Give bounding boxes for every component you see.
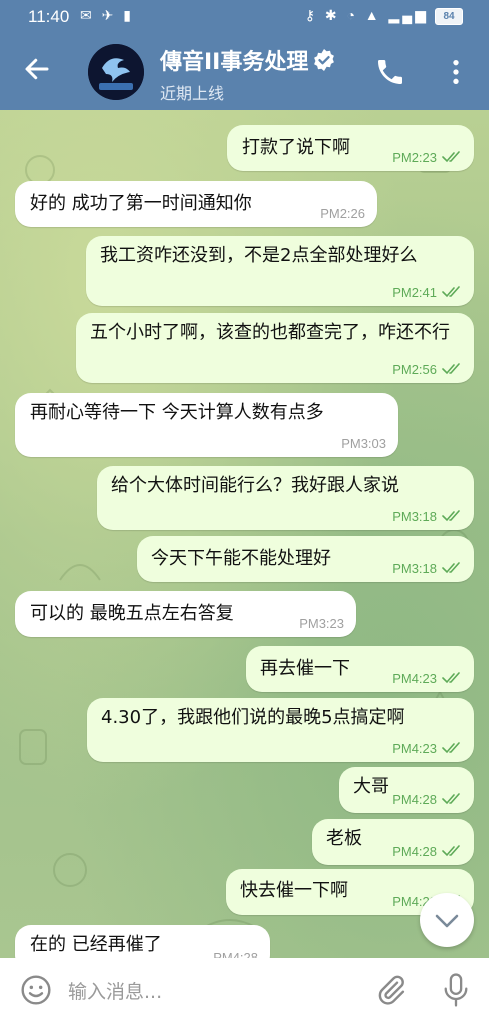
avatar[interactable]: [88, 44, 144, 100]
message-text: 可以的 最晚五点左右答复: [30, 603, 234, 624]
verified-icon: [314, 49, 335, 71]
mic-icon[interactable]: [440, 972, 472, 1008]
message-text: 打款了说下啊: [242, 137, 350, 158]
message-meta: PM3:18: [392, 509, 462, 524]
status-bar: 11:40 ✉ ✈ ▮ ⚷ ✱ ◔ ▲ ▂▄▆ 84: [0, 0, 489, 34]
emoji-icon[interactable]: [20, 974, 52, 1006]
message-time: PM3:18: [392, 561, 437, 576]
message-time: PM2:23: [392, 150, 437, 165]
avatar-logo-icon: [88, 44, 144, 100]
message-time: PM3:18: [392, 509, 437, 524]
message-meta: PM3:03: [341, 436, 386, 451]
message-meta: PM3:23: [299, 616, 344, 631]
chat-title: 傳音II事务处理: [160, 44, 336, 76]
message-meta: PM4:28: [213, 950, 258, 958]
message-meta: PM4:23: [392, 741, 462, 756]
message-meta: PM2:23: [392, 150, 462, 165]
message-bubble[interactable]: 给个大体时间能行么？我好跟人家说 PM3:18: [97, 466, 474, 530]
attach-icon[interactable]: [375, 974, 407, 1006]
message-bubble[interactable]: 大哥 PM4:28: [339, 767, 474, 813]
message-composer: [0, 958, 489, 1023]
message-meta: PM4:23: [392, 671, 462, 686]
back-arrow-icon[interactable]: [22, 54, 52, 84]
message-input[interactable]: [66, 976, 360, 1008]
message-meta: PM3:18: [392, 561, 462, 576]
double-check-icon: [442, 363, 460, 375]
chat-title-area[interactable]: 傳音II事务处理 近期上线: [160, 44, 336, 104]
double-check-icon: [442, 562, 460, 574]
message-bubble[interactable]: 今天下午能不能处理好 PM3:18: [137, 536, 474, 582]
message-text: 今天下午能不能处理好: [151, 548, 331, 569]
message-time: PM4:28: [213, 950, 258, 958]
double-check-icon: [442, 286, 460, 298]
message-meta: PM2:26: [320, 206, 365, 221]
message-text: 4.30了，我跟他们说的最晚5点搞定啊: [101, 707, 405, 728]
message-time: PM4:28: [392, 844, 437, 859]
battery-icon: 84: [435, 8, 463, 25]
message-text: 给个大体时间能行么？我好跟人家说: [111, 475, 399, 496]
message-list[interactable]: 打款了说下啊 PM2:23 好的 成功了第一时间通知你 PM2:26 我工资咋还…: [0, 110, 489, 958]
message-text: 再去催一下: [260, 658, 350, 679]
message-bubble[interactable]: 在的 已经再催了 PM4:28: [15, 925, 270, 958]
message-time: PM4:23: [392, 741, 437, 756]
message-bubble[interactable]: 再耐心等待一下 今天计算人数有点多 PM3:03: [15, 393, 398, 457]
double-check-icon: [442, 742, 460, 754]
message-time: PM3:23: [299, 616, 344, 631]
message-time: PM2:26: [320, 206, 365, 221]
status-time: 11:40: [28, 7, 70, 26]
chevron-down-icon: [435, 914, 459, 928]
message-time: PM4:28: [392, 792, 437, 807]
message-text: 五个小时了啊，该查的也都查完了，咋还不行: [90, 322, 450, 343]
message-time: PM2:56: [392, 362, 437, 377]
message-text: 好的 成功了第一时间通知你: [30, 193, 252, 214]
message-bubble[interactable]: 我工资咋还没到，不是2点全部处理好么 PM2:41: [86, 236, 474, 306]
message-text: 大哥: [353, 776, 389, 797]
message-meta: PM2:56: [392, 362, 462, 377]
double-check-icon: [442, 793, 460, 805]
message-bubble[interactable]: 再去催一下 PM4:23: [246, 646, 474, 692]
message-text: 老板: [326, 828, 362, 849]
message-time: PM4:23: [392, 671, 437, 686]
double-check-icon: [442, 151, 460, 163]
message-meta: PM4:28: [392, 792, 462, 807]
message-bubble[interactable]: 老板 PM4:28: [312, 819, 474, 865]
message-time: PM2:41: [392, 285, 437, 300]
double-check-icon: [442, 672, 460, 684]
double-check-icon: [442, 510, 460, 522]
system-icons: ⚷ ✱ ◔ ▲ ▂▄▆: [304, 7, 429, 23]
message-bubble[interactable]: 4.30了，我跟他们说的最晚5点搞定啊 PM4:23: [87, 698, 474, 762]
more-vertical-icon[interactable]: [440, 56, 472, 88]
scroll-to-bottom-button[interactable]: [420, 893, 474, 947]
notification-icons: ✉ ✈ ▮: [80, 7, 134, 23]
message-time: PM3:03: [341, 436, 386, 451]
double-check-icon: [442, 845, 460, 857]
message-bubble[interactable]: 好的 成功了第一时间通知你 PM2:26: [15, 181, 377, 227]
message-text: 快去催一下啊: [240, 880, 348, 901]
message-bubble[interactable]: 打款了说下啊 PM2:23: [227, 125, 474, 171]
chat-subtitle: 近期上线: [160, 84, 225, 103]
message-bubble[interactable]: 可以的 最晚五点左右答复 PM3:23: [15, 591, 356, 637]
message-text: 再耐心等待一下 今天计算人数有点多: [30, 402, 324, 423]
message-meta: PM4:28: [392, 844, 462, 859]
chat-title-text: 傳音II事务处理: [160, 50, 309, 75]
message-text: 我工资咋还没到，不是2点全部处理好么: [100, 245, 418, 266]
message-bubble[interactable]: 五个小时了啊，该查的也都查完了，咋还不行 PM2:56: [76, 313, 474, 383]
phone-icon[interactable]: [374, 56, 406, 88]
chat-header: 傳音II事务处理 近期上线: [0, 34, 489, 110]
message-text: 在的 已经再催了: [30, 934, 162, 955]
message-meta: PM2:41: [392, 285, 462, 300]
